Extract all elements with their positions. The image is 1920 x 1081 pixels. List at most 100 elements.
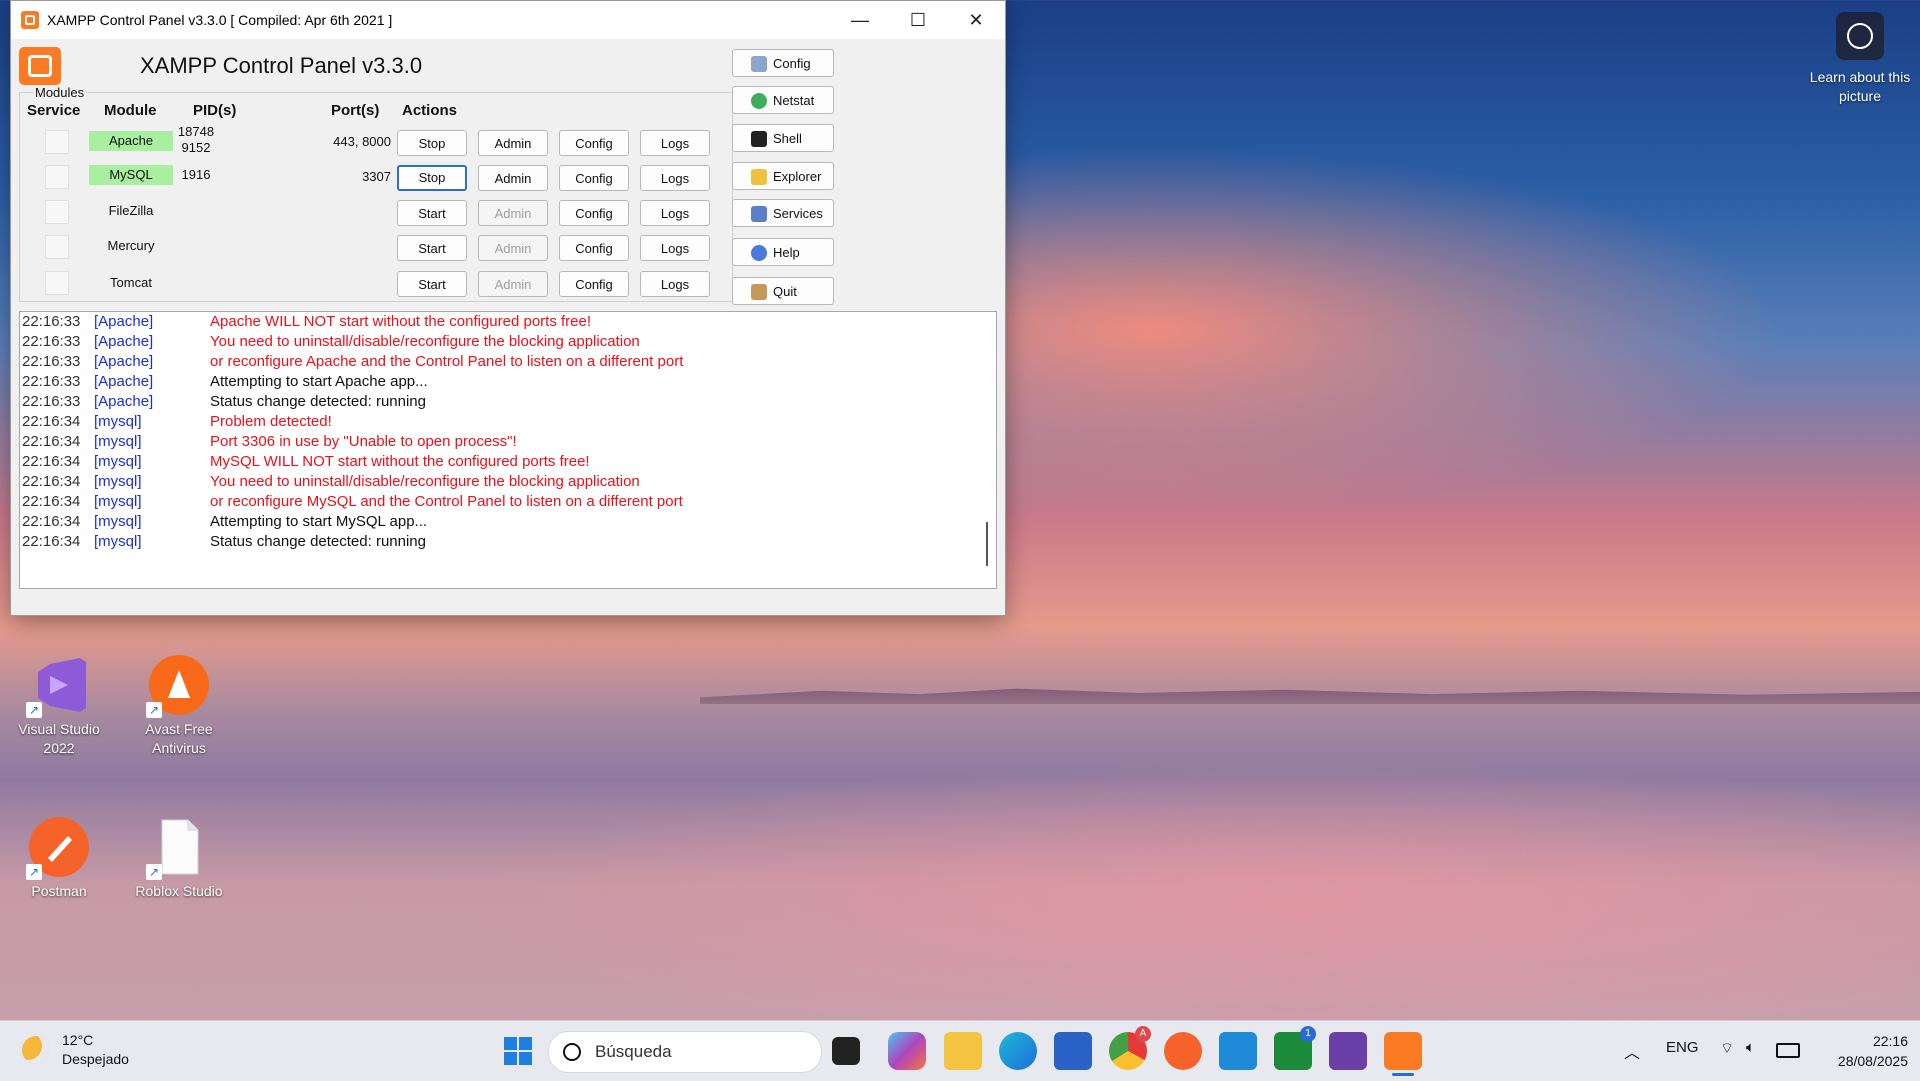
start-icon[interactable] bbox=[499, 1032, 537, 1070]
log-time: 22:16:33 bbox=[22, 373, 81, 390]
edge-icon[interactable] bbox=[999, 1032, 1037, 1070]
battery-icon[interactable] bbox=[1776, 1043, 1800, 1058]
globe-icon bbox=[751, 93, 767, 109]
stop-button-apache[interactable]: Stop bbox=[397, 130, 467, 156]
active-app-indicator bbox=[1392, 1073, 1414, 1076]
module-row-filezilla: FileZilla Start Admin Config Logs bbox=[11, 196, 741, 226]
desktop-icon-avast[interactable]: ↗ Avast Free Antivirus bbox=[124, 654, 234, 758]
close-button[interactable]: ✕ bbox=[947, 1, 1005, 39]
admin-button-mercury: Admin bbox=[478, 235, 548, 261]
config-button-filezilla[interactable]: Config bbox=[559, 200, 629, 226]
volume-icon[interactable]: 🔈︎ bbox=[1746, 1039, 1755, 1056]
log-time: 22:16:34 bbox=[22, 413, 81, 430]
folder-icon bbox=[751, 169, 767, 185]
xampp-taskbar-icon[interactable] bbox=[1384, 1032, 1422, 1070]
log-line: 22:16:34 [mysql] Status change detected: r… bbox=[20, 532, 996, 552]
desktop-icon-roblox-studio[interactable]: ↗ Roblox Studio bbox=[124, 816, 234, 901]
netstat-button[interactable]: Netstat bbox=[732, 86, 834, 114]
chrome-icon[interactable]: A bbox=[1109, 1026, 1151, 1070]
explorer-button[interactable]: Explorer bbox=[732, 162, 834, 190]
title-bar[interactable]: XAMPP Control Panel v3.3.0 [ Compiled: A… bbox=[11, 1, 1005, 39]
search-box[interactable]: Búsqueda bbox=[548, 1031, 822, 1073]
maximize-button[interactable]: ☐ bbox=[889, 1, 947, 39]
log-message: or reconfigure Apache and the Control Pa… bbox=[210, 353, 684, 370]
logs-button-filezilla[interactable]: Logs bbox=[640, 200, 710, 226]
service-checkbox-mercury[interactable] bbox=[45, 235, 69, 259]
language-indicator[interactable]: ENG bbox=[1666, 1039, 1699, 1056]
pid-apache-2: 9152 bbox=[181, 140, 211, 155]
wifi-icon[interactable]: ⌔ bbox=[1720, 1039, 1734, 1058]
log-time: 22:16:34 bbox=[22, 533, 81, 550]
log-time: 22:16:33 bbox=[22, 353, 81, 370]
start-button-mercury[interactable]: Start bbox=[397, 235, 467, 261]
app-purple-icon[interactable] bbox=[1329, 1032, 1367, 1070]
log-message: Status change detected: running bbox=[210, 393, 426, 410]
desktop-icon-postman[interactable]: ↗ Postman bbox=[4, 816, 114, 901]
window-title: XAMPP Control Panel v3.3.0 [ Compiled: A… bbox=[47, 12, 393, 28]
learn-about-picture[interactable]: Learn about this picture bbox=[1800, 12, 1920, 106]
start-button-filezilla[interactable]: Start bbox=[397, 200, 467, 226]
config-main-button[interactable]: Config bbox=[732, 49, 834, 77]
admin-button-mysql[interactable]: Admin bbox=[478, 165, 548, 191]
log-scrollbar-thumb[interactable] bbox=[986, 522, 988, 566]
header-actions: Actions bbox=[402, 102, 458, 119]
postman-icon: ↗ bbox=[26, 816, 90, 880]
system-clock[interactable]: 22:16 28/08/2025 bbox=[1812, 1031, 1908, 1071]
config-button-apache[interactable]: Config bbox=[559, 130, 629, 156]
service-checkbox-tomcat[interactable] bbox=[45, 271, 69, 295]
module-row-mercury: Mercury Start Admin Config Logs bbox=[11, 231, 741, 261]
visual-studio-icon: ↗ bbox=[26, 654, 90, 718]
log-module: [mysql] bbox=[94, 453, 142, 470]
config-button-tomcat[interactable]: Config bbox=[559, 271, 629, 297]
minimize-button[interactable]: — bbox=[831, 1, 889, 39]
log-module: [mysql] bbox=[94, 413, 142, 430]
help-icon bbox=[751, 245, 767, 261]
services-button[interactable]: Services bbox=[732, 199, 834, 227]
log-module: [Apache] bbox=[94, 353, 154, 370]
horizon-mountains bbox=[700, 688, 1920, 704]
postman-taskbar-icon[interactable] bbox=[1164, 1032, 1202, 1070]
desktop-icon-visual-studio[interactable]: ↗ Visual Studio 2022 bbox=[4, 654, 114, 758]
logs-button-mysql[interactable]: Logs bbox=[640, 165, 710, 191]
store-icon[interactable] bbox=[1054, 1032, 1092, 1070]
xbox-notification-badge: 1 bbox=[1300, 1026, 1316, 1042]
service-checkbox-filezilla[interactable] bbox=[45, 200, 69, 224]
weather-widget[interactable]: 12°C Despejado bbox=[22, 1031, 129, 1069]
shell-button[interactable]: Shell bbox=[732, 124, 834, 152]
module-row-mysql: MySQL 1916 3307 Stop Admin Config Logs bbox=[11, 161, 741, 191]
stop-button-mysql[interactable]: Stop bbox=[397, 165, 467, 191]
task-view-icon[interactable] bbox=[832, 1037, 860, 1065]
config-button-mercury[interactable]: Config bbox=[559, 235, 629, 261]
log-time: 22:16:33 bbox=[22, 393, 81, 410]
help-button[interactable]: Help bbox=[732, 238, 834, 266]
log-panel[interactable]: 22:16:33 [Apache] Apache WILL NOT start wi… bbox=[19, 311, 997, 589]
service-checkbox-apache[interactable] bbox=[45, 130, 69, 154]
door-icon bbox=[751, 284, 767, 300]
logs-button-tomcat[interactable]: Logs bbox=[640, 271, 710, 297]
log-time: 22:16:34 bbox=[22, 433, 81, 450]
log-module: [mysql] bbox=[94, 513, 142, 530]
header-port: Port(s) bbox=[331, 102, 380, 119]
log-line: 22:16:34 [mysql] MySQL WILL NOT start with… bbox=[20, 452, 996, 472]
xbox-icon[interactable]: 1 bbox=[1274, 1026, 1316, 1070]
config-button-mysql[interactable]: Config bbox=[559, 165, 629, 191]
logs-button-apache[interactable]: Logs bbox=[640, 130, 710, 156]
log-time: 22:16:34 bbox=[22, 453, 81, 470]
copilot-icon[interactable] bbox=[888, 1032, 926, 1070]
start-button-tomcat[interactable]: Start bbox=[397, 271, 467, 297]
log-line: 22:16:33 [Apache] or reconfigure Apache an… bbox=[20, 352, 996, 372]
wrench-icon bbox=[751, 56, 767, 72]
help-label: Help bbox=[773, 245, 800, 260]
log-module: [mysql] bbox=[94, 493, 142, 510]
chevron-up-icon[interactable]: ︿ bbox=[1624, 1039, 1640, 1063]
header-service: Service bbox=[27, 102, 81, 119]
quit-button[interactable]: Quit bbox=[732, 277, 834, 305]
service-checkbox-mysql[interactable] bbox=[45, 165, 69, 189]
vscode-icon[interactable] bbox=[1219, 1032, 1257, 1070]
admin-button-apache[interactable]: Admin bbox=[478, 130, 548, 156]
log-line: 22:16:34 [mysql] You need to uninstall/dis… bbox=[20, 472, 996, 492]
log-message: Status change detected: running bbox=[210, 533, 426, 550]
file-explorer-icon[interactable] bbox=[944, 1032, 982, 1070]
camera-icon bbox=[1836, 12, 1884, 60]
logs-button-mercury[interactable]: Logs bbox=[640, 235, 710, 261]
